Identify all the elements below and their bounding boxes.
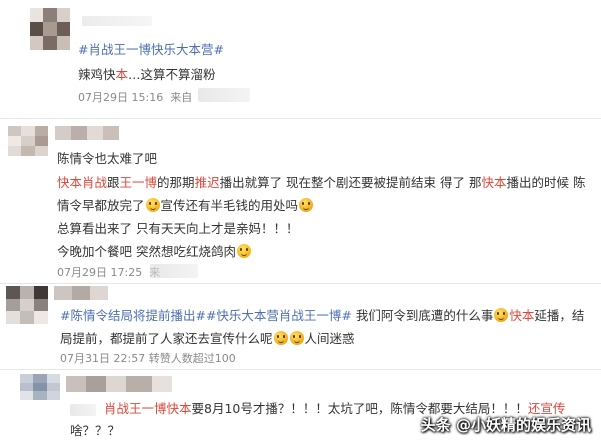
username-blurred[interactable] bbox=[55, 126, 119, 140]
watermark: 头条 @小妖精的娱乐资讯 bbox=[420, 416, 591, 434]
comment-2-line-3: 情令早都放完了 宣传还有半毛钱的用处吗 bbox=[57, 198, 314, 214]
think-emoji-icon bbox=[494, 308, 509, 322]
avatar[interactable] bbox=[6, 286, 48, 324]
comment-2-line-2: 快本肖战跟王一博的那期推迟播出就算了 现在整个剧还要被提前结束 得了 那快本播出… bbox=[57, 175, 586, 190]
comment-3-time: 07月31日 22:57 转赞人数超过100 bbox=[60, 352, 236, 365]
username-blurred[interactable] bbox=[54, 286, 108, 300]
comment-2-line-4: 总算看出来了 只有天天向上才是亲妈！！！ bbox=[57, 221, 299, 236]
source-blurred bbox=[150, 264, 198, 278]
divider bbox=[0, 283, 601, 284]
comment-2-time: 07月29日 17:25 来 bbox=[57, 266, 160, 279]
divider bbox=[0, 118, 601, 119]
think-emoji-icon bbox=[273, 331, 288, 345]
think-emoji-icon bbox=[289, 331, 304, 345]
username-blurred[interactable] bbox=[82, 16, 152, 26]
source-blurred bbox=[198, 88, 250, 102]
comment-4-line-2: 啥？？？ bbox=[70, 423, 121, 438]
smile-emoji-icon bbox=[145, 198, 160, 212]
comment-2-line-5: 今晚加个餐吧 突然想吃红烧鸽肉 bbox=[57, 244, 252, 260]
comment-2-line-1: 陈情令也太难了吧 bbox=[57, 151, 158, 166]
comment-3-line-2: 局提前，都提前了人家还去宣传什么呢 人间迷惑 bbox=[60, 331, 355, 346]
avatar[interactable] bbox=[30, 8, 70, 50]
comment-1-text: 辣鸡快本…这算不算溜粉 bbox=[78, 67, 216, 82]
avatar[interactable] bbox=[20, 374, 60, 400]
divider bbox=[0, 369, 601, 370]
think-emoji-icon bbox=[299, 198, 314, 212]
comment-1-tag[interactable]: #肖战王一博快乐大本营# bbox=[78, 42, 224, 58]
comment-1-time: 07月29日 15:16 来自 bbox=[78, 91, 193, 104]
smile-emoji-icon bbox=[236, 244, 251, 258]
username-tail-blurred bbox=[70, 404, 96, 416]
avatar[interactable] bbox=[8, 126, 48, 156]
comment-3-line-1: #陈情令结局将提前播出##快乐大本营肖战王一博# 我们阿令到底遭的什么事 快本延播… bbox=[60, 308, 585, 323]
username-blurred[interactable] bbox=[66, 376, 172, 392]
